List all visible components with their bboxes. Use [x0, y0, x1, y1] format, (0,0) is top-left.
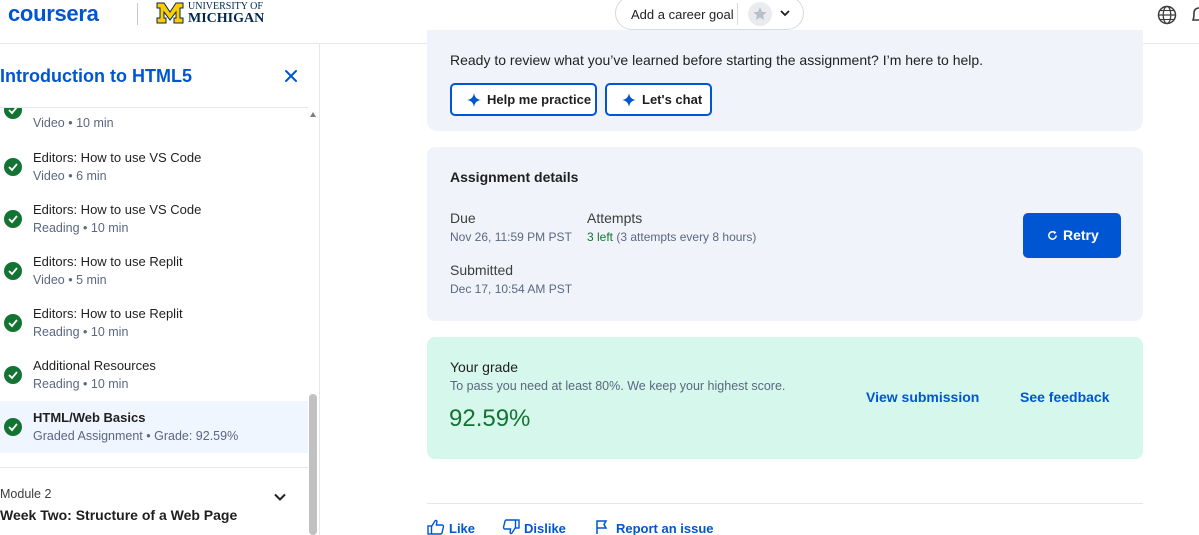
outline-item-replit-reading[interactable]: Editors: How to use Replit Reading • 10 … — [0, 301, 308, 353]
thumbs-up-icon — [427, 519, 445, 535]
dislike-label: Dislike — [524, 521, 566, 535]
scroll-up-arrow-icon[interactable] — [310, 112, 316, 117]
course-outline-sidebar: Introduction to HTML5 Video • 10 min Edi… — [0, 44, 320, 535]
outline-item-html-web-basics[interactable]: HTML/Web Basics Graded Assignment • Grad… — [0, 401, 308, 453]
item-meta: Video • 6 min — [33, 169, 107, 183]
assignment-details-card: Assignment details Due Nov 26, 11:59 PM … — [427, 147, 1143, 321]
thumbs-down-icon — [502, 519, 520, 535]
attempts-detail: (3 attempts every 8 hours) — [616, 230, 757, 244]
completed-check-icon — [4, 210, 22, 228]
report-issue-button[interactable]: Report an issue — [594, 520, 714, 535]
coach-card: Ready to review what you’ve learned befo… — [427, 30, 1143, 131]
chevron-down-icon[interactable] — [273, 490, 287, 504]
completed-check-icon — [4, 262, 22, 280]
grade-description: To pass you need at least 80%. We keep y… — [450, 379, 786, 393]
divider — [427, 503, 1143, 504]
help-me-practice-button[interactable]: Help me practice — [450, 83, 597, 116]
block-m-icon — [156, 2, 184, 24]
flag-icon — [596, 520, 608, 534]
due-value: Nov 26, 11:59 PM PST — [450, 230, 572, 244]
report-issue-label: Report an issue — [616, 521, 714, 535]
sparkle-icon — [622, 93, 636, 107]
dislike-button[interactable]: Dislike — [502, 519, 572, 535]
logo-divider — [137, 3, 138, 25]
module-number: Module 2 — [0, 487, 52, 501]
see-feedback-link[interactable]: See feedback — [1020, 389, 1110, 405]
grade-value: 92.59% — [449, 405, 531, 432]
star-icon — [753, 7, 767, 20]
grade-card: Your grade To pass you need at least 80%… — [427, 337, 1143, 459]
item-meta: Video • 10 min — [33, 116, 114, 130]
completed-check-icon — [4, 158, 22, 176]
add-career-goal-button[interactable]: Add a career goal — [631, 7, 734, 22]
item-meta: Reading • 10 min — [33, 377, 129, 391]
coursera-logo[interactable]: coursera — [8, 1, 99, 27]
item-meta: Video • 5 min — [33, 273, 107, 287]
like-button[interactable]: Like — [427, 519, 477, 535]
outline-item-replit-video[interactable]: Editors: How to use Replit Video • 5 min — [0, 249, 308, 301]
completed-check-icon — [4, 314, 22, 332]
view-submission-link[interactable]: View submission — [866, 389, 979, 405]
assignment-details-title: Assignment details — [450, 169, 579, 185]
lets-chat-button[interactable]: Let's chat — [605, 83, 712, 116]
lets-chat-label: Let's chat — [642, 92, 703, 107]
divider — [0, 107, 308, 108]
item-title: Additional Resources — [33, 358, 156, 373]
item-title: Editors: How to use Replit — [33, 254, 183, 269]
submitted-label: Submitted — [450, 262, 514, 278]
item-title: Editors: How to use Replit — [33, 306, 183, 321]
outline-item-additional-resources[interactable]: Additional Resources Reading • 10 min — [0, 353, 308, 405]
item-meta: Reading • 10 min — [33, 221, 129, 235]
close-icon[interactable] — [283, 68, 299, 84]
scrollbar-thumb[interactable] — [309, 394, 317, 535]
attempts-left: 3 left — [587, 230, 614, 244]
retry-label: Retry — [1063, 227, 1099, 243]
item-meta: Graded Assignment • Grade: 92.59% — [33, 429, 239, 443]
course-title[interactable]: Introduction to HTML5 — [0, 66, 192, 87]
your-grade-title: Your grade — [450, 359, 518, 375]
outline-item-vscode-video[interactable]: Editors: How to use VS Code Video • 6 mi… — [0, 145, 308, 197]
outline-item-vscode-reading[interactable]: Editors: How to use VS Code Reading • 10… — [0, 197, 308, 249]
completed-check-icon — [4, 366, 22, 384]
attempts-label: Attempts — [587, 210, 643, 226]
item-title: HTML/Web Basics — [33, 410, 146, 425]
help-me-practice-label: Help me practice — [487, 92, 592, 107]
career-goal-control[interactable]: Add a career goal — [615, 0, 804, 30]
like-label: Like — [449, 521, 476, 535]
item-title: Editors: How to use VS Code — [33, 150, 202, 165]
sparkle-icon — [467, 93, 481, 107]
university-line-2: MICHIGAN — [188, 11, 265, 26]
chevron-down-icon[interactable] — [779, 7, 791, 19]
divider — [0, 467, 308, 468]
goal-badge[interactable] — [748, 2, 772, 26]
retry-button[interactable]: Retry — [1023, 213, 1121, 258]
item-title: Editors: How to use VS Code — [33, 202, 202, 217]
module-title[interactable]: Week Two: Structure of a Web Page — [0, 507, 237, 523]
coach-message: Ready to review what you’ve learned befo… — [450, 52, 984, 68]
globe-icon[interactable] — [1156, 4, 1178, 26]
bell-icon[interactable] — [1187, 4, 1199, 26]
refresh-icon — [1048, 230, 1057, 240]
outline-header-mask — [0, 88, 308, 108]
university-wordmark: UNIVERSITY OF MICHIGAN — [188, 2, 264, 26]
submitted-value: Dec 17, 10:54 AM PST — [450, 282, 573, 296]
item-meta: Reading • 10 min — [33, 325, 129, 339]
pill-divider — [737, 3, 738, 25]
attempts-value: 3 left (3 attempts every 8 hours) — [587, 230, 756, 244]
due-label: Due — [450, 210, 476, 226]
completed-check-icon — [4, 418, 22, 436]
